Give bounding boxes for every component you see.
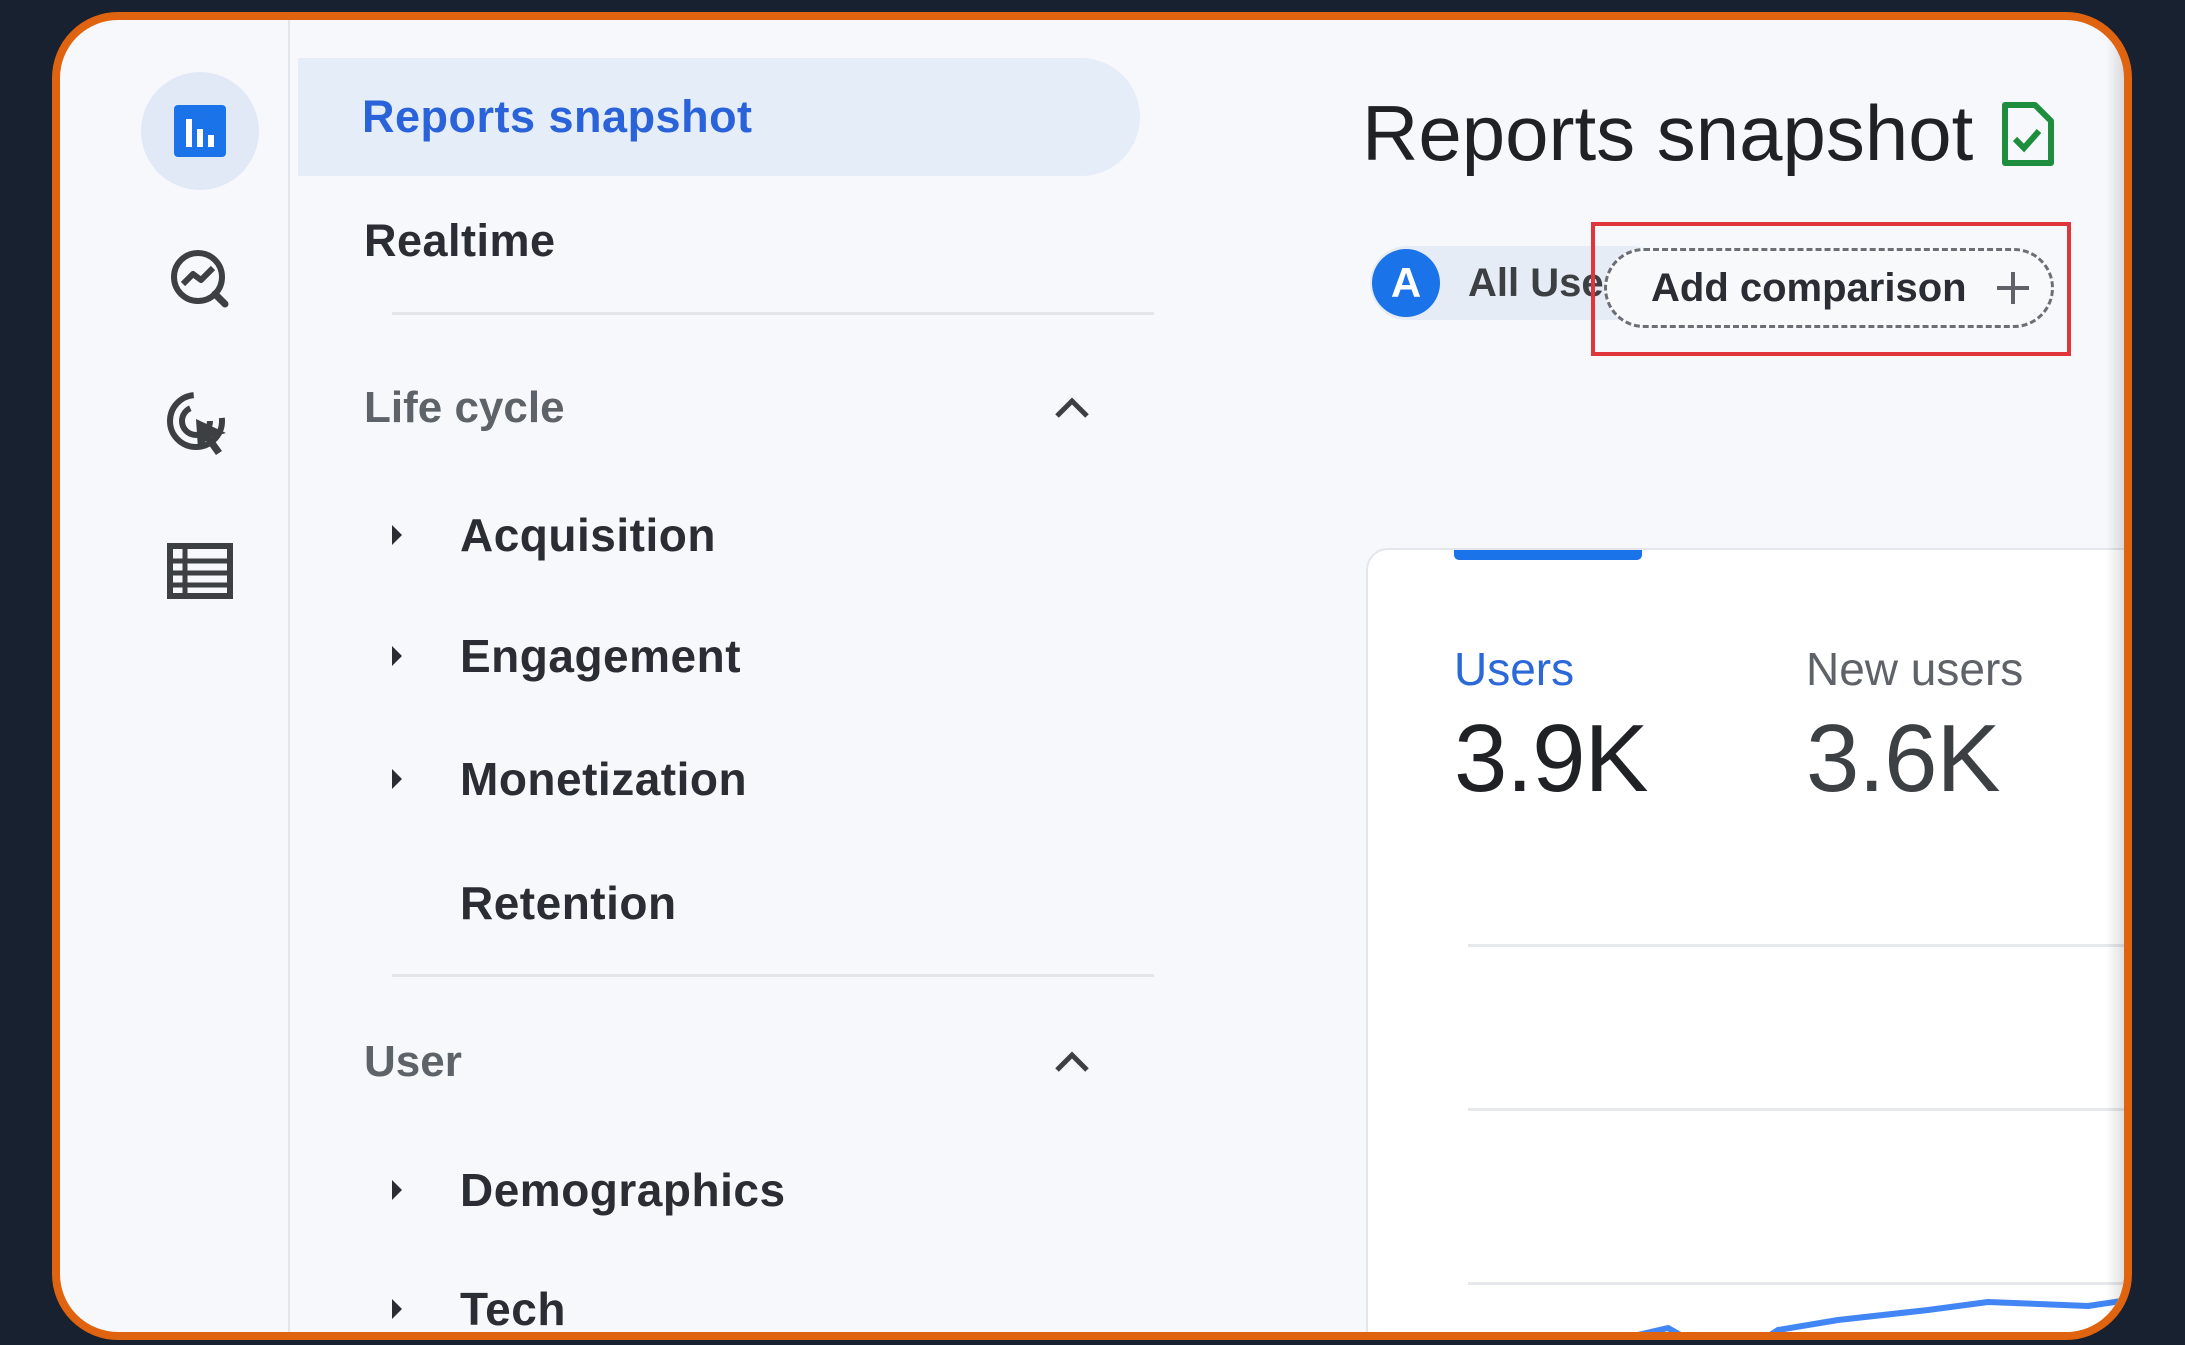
nav-item-acquisition[interactable]: Acquisition xyxy=(392,490,716,580)
nav-item-label: Acquisition xyxy=(460,509,716,561)
nav-item-monetization[interactable]: Monetization xyxy=(392,734,747,824)
chevron-up-icon xyxy=(1055,1051,1089,1072)
nav-item-demographics[interactable]: Demographics xyxy=(392,1145,786,1235)
plus-icon xyxy=(1997,272,2029,304)
configure-table-icon xyxy=(167,543,233,599)
nav-item-label: Engagement xyxy=(460,630,742,682)
nav-item-label: Realtime xyxy=(364,215,556,266)
section-title: User xyxy=(364,1037,462,1086)
nav-item-label: Reports snapshot xyxy=(362,91,753,142)
nav-item-retention[interactable]: Retention xyxy=(392,858,677,948)
page-title: Reports snapshot xyxy=(1362,88,2055,179)
chevron-up-icon xyxy=(1055,397,1089,418)
explore-trend-icon xyxy=(171,250,229,308)
segment-avatar: A xyxy=(1372,249,1440,317)
reports-nav: Reports snapshot Realtime Life cycle Acq… xyxy=(292,20,1192,1332)
expand-caret-icon xyxy=(392,1180,402,1200)
nav-item-label: Tech xyxy=(460,1283,566,1335)
page-title-text: Reports snapshot xyxy=(1362,89,1974,177)
document-check-icon[interactable] xyxy=(1999,101,2055,167)
expand-caret-icon xyxy=(392,769,402,789)
overview-card: Users 3.9K New users 3.6K xyxy=(1366,548,2124,1332)
nav-item-label: Retention xyxy=(460,877,677,929)
nav-item-label: Demographics xyxy=(460,1164,786,1216)
reports-bar-chart-icon xyxy=(174,105,226,157)
app-window: Reports snapshot Realtime Life cycle Acq… xyxy=(52,12,2132,1340)
nav-divider xyxy=(392,312,1154,315)
expand-caret-icon xyxy=(392,646,402,666)
main-content: Reports snapshot A All Users Add compari… xyxy=(1192,20,2124,1332)
expand-caret-icon xyxy=(392,525,402,545)
reports-rail-button[interactable] xyxy=(141,72,259,190)
nav-item-tech[interactable]: Tech xyxy=(392,1264,566,1335)
expand-caret-icon xyxy=(392,1299,402,1319)
users-trend-line xyxy=(1637,1297,2124,1332)
explore-rail-button[interactable] xyxy=(141,220,259,338)
add-comparison-button[interactable]: Add comparison xyxy=(1604,248,2054,328)
nav-divider xyxy=(392,974,1154,977)
add-comparison-label: Add comparison xyxy=(1651,265,1967,310)
configure-rail-button[interactable] xyxy=(141,512,259,630)
nav-item-reports-snapshot[interactable]: Reports snapshot xyxy=(298,58,1140,176)
nav-item-realtime[interactable]: Realtime xyxy=(292,182,556,300)
nav-item-engagement[interactable]: Engagement xyxy=(392,611,741,701)
section-life-cycle[interactable]: Life cycle xyxy=(364,368,1092,448)
icon-rail xyxy=(60,20,290,1332)
section-user[interactable]: User xyxy=(364,1022,1092,1102)
nav-item-label: Monetization xyxy=(460,753,748,805)
section-title: Life cycle xyxy=(364,383,565,432)
advertising-cursor-icon xyxy=(167,392,226,455)
advertising-rail-button[interactable] xyxy=(141,366,259,484)
